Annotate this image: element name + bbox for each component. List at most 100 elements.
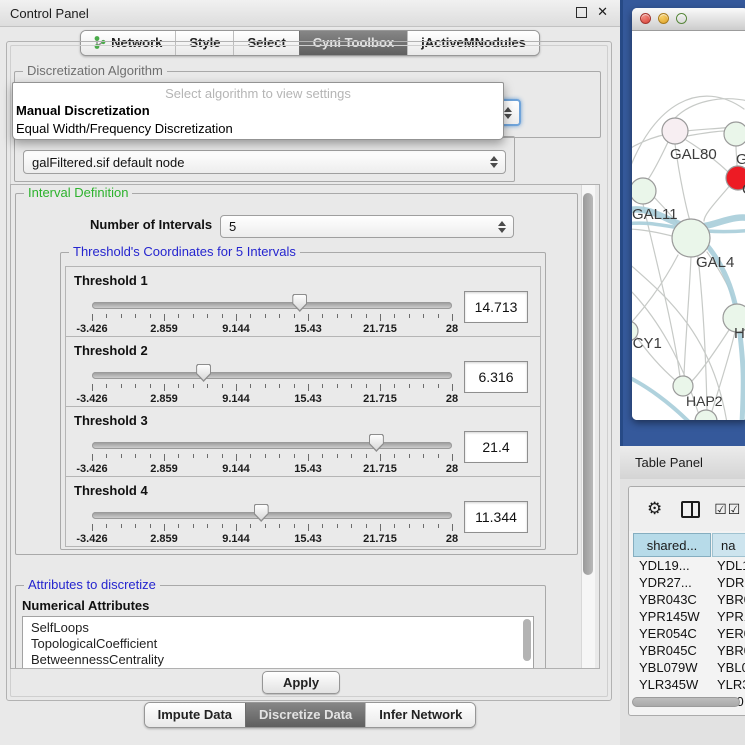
threshold-row-1: Threshold 1-3.4262.8599.14415.4321.71528… (65, 266, 541, 337)
table-row[interactable]: YBR043CYBR0 (629, 592, 745, 609)
threshold-slider-2[interactable]: -3.4262.8599.14415.4321.71528 (92, 363, 452, 405)
slider-thumb[interactable] (369, 434, 384, 452)
tick-mark (409, 454, 410, 458)
tick-mark (394, 314, 395, 318)
table-row[interactable]: YBL079WYBL0 (629, 660, 745, 677)
table-row[interactable]: YDR27...YDR2 (629, 575, 745, 592)
tick-label: -3.426 (76, 463, 107, 475)
cell-name: YBR0 (717, 592, 745, 607)
node-label-h: H (734, 325, 745, 342)
minimize-traffic-light-icon[interactable] (658, 13, 669, 24)
threshold-row-3: Threshold 3-3.4262.8599.14415.4321.71528… (65, 406, 541, 477)
column-header-shared-name[interactable]: shared... (633, 533, 711, 557)
settings-scrollpane: Interval Definition Number of Intervals … (10, 184, 600, 669)
tick-mark (250, 384, 251, 388)
attribute-item[interactable]: SelfLoops (23, 617, 533, 636)
table-hscrollbar[interactable] (632, 697, 740, 707)
tick-mark (178, 314, 179, 318)
zoom-traffic-light-icon[interactable] (676, 13, 687, 24)
tick-mark (135, 384, 136, 388)
tick-mark (207, 384, 208, 388)
column-header-name[interactable]: na (712, 533, 745, 557)
GAL11-node[interactable] (632, 178, 656, 204)
tick-mark (106, 524, 107, 528)
control-panel-titlebar: Control Panel ✕ (0, 0, 620, 27)
slider-thumb[interactable] (254, 504, 269, 522)
network-canvas[interactable]: GAL80GALCGAL11GAL4GCY1HHAP2 (632, 31, 745, 420)
tick-mark (337, 524, 338, 528)
attribute-item[interactable]: BetweennessCentrality (23, 652, 533, 668)
threshold-slider-1[interactable]: -3.4262.8599.14415.4321.71528 (92, 293, 452, 335)
tab-infer-network[interactable]: Infer Network (365, 703, 475, 727)
threshold-value-field[interactable]: 21.4 (464, 431, 528, 463)
network-edge (687, 131, 725, 136)
list-scrollbar[interactable] (523, 619, 531, 661)
tick-mark (308, 524, 309, 531)
GAL-node[interactable] (724, 122, 745, 146)
tick-mark (135, 314, 136, 318)
GAL80-node[interactable] (662, 118, 688, 144)
slider-track (92, 372, 452, 379)
node-label-gal4: GAL4 (696, 254, 734, 271)
float-window-icon[interactable] (576, 7, 587, 18)
tick-mark (322, 384, 323, 388)
screenshot-root: Control Panel ✕ NetworkStyleSelectCyni T… (0, 0, 745, 745)
slider-thumb[interactable] (292, 294, 307, 312)
table-data-select[interactable]: galFiltered.sif default node (23, 150, 506, 174)
gear-icon[interactable]: ⚙ (647, 499, 662, 519)
tab-impute-data[interactable]: Impute Data (145, 703, 245, 727)
tick-label: 28 (446, 393, 458, 405)
tick-mark (164, 314, 165, 321)
tick-mark (423, 524, 424, 528)
apply-button[interactable]: Apply (262, 671, 340, 694)
GAL4-node[interactable] (672, 219, 710, 257)
tick-label: -3.426 (76, 533, 107, 545)
split-view-icon[interactable] (681, 501, 700, 518)
tick-mark (423, 454, 424, 458)
tick-label: 9.144 (222, 393, 250, 405)
combo-arrows-icon (490, 156, 498, 168)
slider-thumb[interactable] (196, 364, 211, 382)
tick-mark (279, 314, 280, 318)
tab-discretize-data[interactable]: Discretize Data (245, 703, 365, 727)
interval-definition-group: Interval Definition Number of Intervals … (15, 193, 578, 555)
tick-mark (308, 384, 309, 391)
algorithm-option-manual[interactable]: Manual Discretization (13, 101, 503, 119)
table-row[interactable]: YPR145WYPR1 (629, 609, 745, 626)
attribute-item[interactable]: TopologicalCoefficient (23, 636, 533, 652)
tick-mark (308, 454, 309, 461)
tick-mark (366, 454, 367, 458)
tick-mark (135, 454, 136, 458)
table-row[interactable]: YER054CYER0 (629, 626, 745, 643)
numerical-attributes-list[interactable]: SelfLoopsTopologicalCoefficientBetweenne… (22, 616, 534, 669)
table-header-row: shared... na (629, 533, 745, 557)
close-traffic-light-icon[interactable] (640, 13, 651, 24)
table-row[interactable]: YLR345WYLR3 (629, 677, 745, 694)
network-window-titlebar[interactable] (632, 8, 745, 31)
tick-mark (236, 524, 237, 531)
tick-label: 15.43 (294, 393, 322, 405)
number-of-intervals-select[interactable]: 5 (220, 215, 514, 238)
tick-mark (351, 384, 352, 388)
close-icon[interactable]: ✕ (597, 6, 608, 18)
algorithm-placeholder-item[interactable]: Select algorithm to view settings (13, 83, 503, 101)
tick-label: -3.426 (76, 323, 107, 335)
thresholds-group-title: Threshold's Coordinates for 5 Intervals (69, 245, 300, 259)
threshold-slider-4[interactable]: -3.4262.8599.14415.4321.71528 (92, 503, 452, 545)
threshold-slider-3[interactable]: -3.4262.8599.14415.4321.71528 (92, 433, 452, 475)
tick-mark (351, 454, 352, 458)
checkbox-icons[interactable]: ☑☑ (714, 501, 741, 518)
table-row[interactable]: YBR045CYBR0 (629, 643, 745, 660)
threshold-value-field[interactable]: 14.713 (464, 291, 528, 323)
threshold-label: Threshold 2 (74, 343, 148, 358)
threshold-value-field[interactable]: 11.344 (464, 501, 528, 533)
scrollpane-scrollbar-track[interactable] (581, 185, 595, 668)
discretization-algorithm-title: Discretization Algorithm (23, 64, 167, 78)
tick-mark (452, 314, 453, 321)
tick-mark (452, 454, 453, 461)
threshold-value-field[interactable]: 6.316 (464, 361, 528, 393)
algorithm-option-equal-width[interactable]: Equal Width/Frequency Discretization (13, 119, 503, 137)
scrollpane-scrollbar-thumb[interactable] (583, 193, 593, 575)
table-panel-title: Table Panel (635, 455, 703, 470)
table-row[interactable]: YDL19...YDL1 (629, 558, 745, 575)
